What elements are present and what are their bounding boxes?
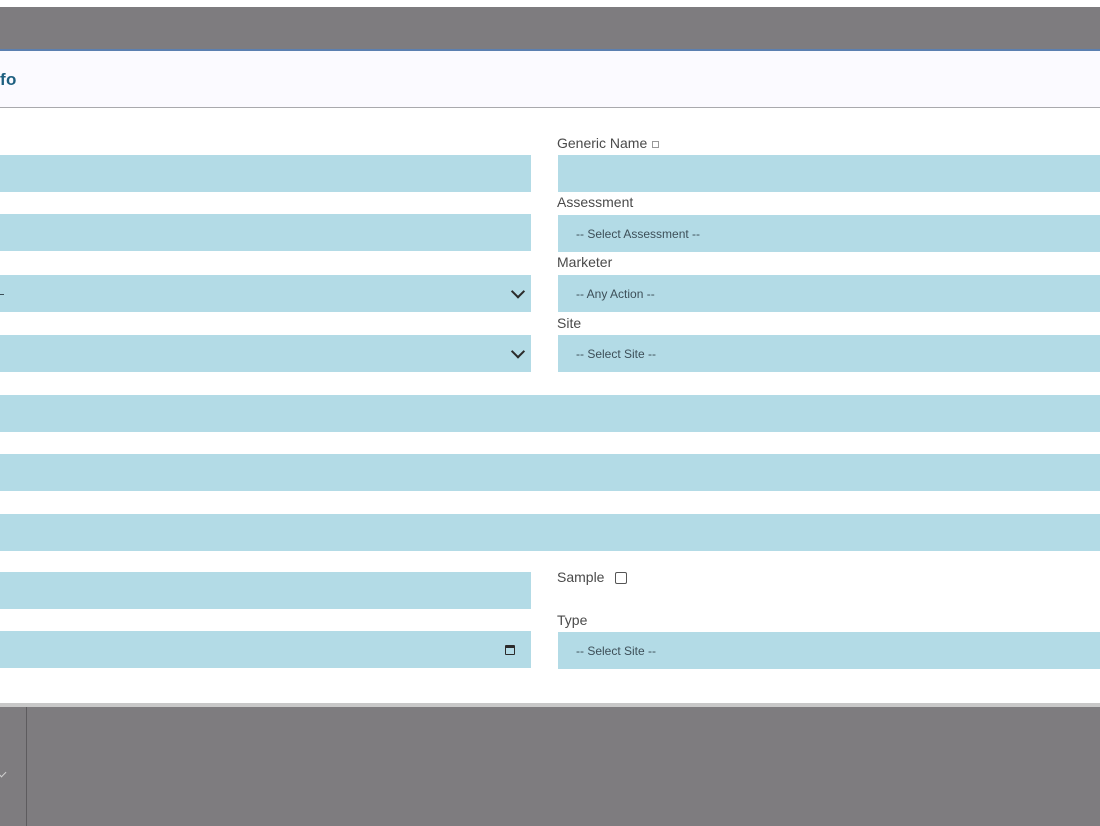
- assessment-label: Assessment: [557, 194, 634, 210]
- calendar-icon[interactable]: [505, 644, 515, 655]
- form-panel: fo Generic Name Assessment -- Select Ass…: [0, 49, 1100, 703]
- full-width-field-3[interactable]: [0, 514, 1100, 551]
- type-select[interactable]: -- Select Site --: [558, 632, 1100, 669]
- backdrop-top: [0, 7, 1100, 50]
- truncated-select-text: [0, 293, 4, 295]
- full-width-field-2[interactable]: [0, 454, 1100, 491]
- sample-checkbox[interactable]: [615, 572, 627, 584]
- assessment-selected: -- Select Assessment --: [576, 226, 701, 241]
- top-edge: [0, 0, 1100, 7]
- sample-label: Sample: [557, 569, 605, 585]
- info-icon: [652, 140, 660, 148]
- site-select[interactable]: -- Select Site --: [558, 335, 1100, 372]
- panel-header: fo: [0, 51, 1100, 108]
- chevron-down-icon[interactable]: [0, 767, 7, 778]
- marketer-label: Marketer: [557, 254, 613, 270]
- marketer-select[interactable]: -- Any Action --: [558, 275, 1100, 312]
- site-label: Site: [557, 315, 582, 331]
- assessment-select[interactable]: -- Select Assessment --: [558, 215, 1100, 252]
- full-width-field-1[interactable]: [0, 395, 1100, 432]
- bottom-divider: [26, 707, 27, 826]
- generic-name-input[interactable]: [558, 155, 1100, 192]
- type-label: Type: [557, 612, 588, 628]
- site-selected: -- Select Site --: [576, 346, 657, 361]
- left-text-field-3[interactable]: [0, 572, 531, 609]
- marketer-selected: -- Any Action --: [576, 286, 655, 301]
- generic-name-label: Generic Name: [557, 135, 660, 151]
- date-input[interactable]: [0, 631, 531, 668]
- chevron-down-icon: [510, 283, 526, 299]
- left-select-2[interactable]: [0, 335, 531, 372]
- left-select-1[interactable]: [0, 275, 531, 312]
- backdrop-bottom: [0, 707, 1100, 826]
- chevron-down-icon: [510, 343, 526, 359]
- panel-title: fo: [0, 70, 17, 89]
- left-text-field-1[interactable]: [0, 155, 531, 192]
- left-text-field-2[interactable]: [0, 214, 531, 251]
- type-selected: -- Select Site --: [576, 643, 657, 658]
